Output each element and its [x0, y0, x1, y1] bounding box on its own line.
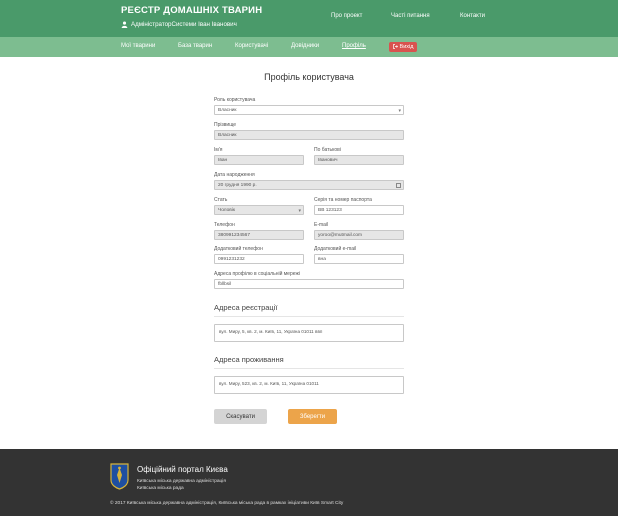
phone2-field[interactable]: 0991231232 — [214, 254, 304, 264]
save-button[interactable]: Зберегти — [288, 409, 337, 424]
sex-value: Чоловік — [218, 208, 235, 213]
footer-line-2: Київська міська рада — [137, 486, 184, 491]
phone2-label: Додатковий телефон — [214, 246, 263, 252]
role-select[interactable]: Власник ▾ — [214, 105, 404, 115]
main-nav: Мої тварини База тварин Користувачі Дові… — [0, 37, 618, 57]
nav-animals-db[interactable]: База тварин — [178, 43, 212, 49]
patronymic-label: По батькові — [314, 147, 341, 153]
phone-label: Телефон — [214, 222, 235, 228]
footer-portal-title[interactable]: Офіційний портал Києва — [137, 465, 228, 474]
name-label: Ім'я — [214, 147, 223, 153]
footer-line-1: Київська міська державна адміністрація — [137, 479, 226, 484]
cancel-button[interactable]: Скасувати — [214, 409, 267, 424]
residence-title: Адреса проживання — [214, 355, 284, 364]
chevron-down-icon: ▾ — [398, 108, 401, 114]
email2-label: Додатковий e-mail — [314, 246, 357, 252]
top-link-contacts[interactable]: Контакти — [460, 13, 485, 19]
passport-label: Серія та номер паспорта — [314, 197, 372, 203]
sex-select[interactable]: Чоловік ▾ — [214, 205, 304, 215]
nav-my-animals[interactable]: Мої тварини — [121, 43, 155, 49]
residence-address-field[interactable]: вул. Миру, 523, кв. 2, м. Київ, 11, Укра… — [214, 376, 404, 394]
nav-directories[interactable]: Довідники — [291, 43, 319, 49]
patronymic-field[interactable]: Іванович — [314, 155, 404, 165]
logout-icon — [392, 43, 398, 51]
divider — [214, 368, 404, 369]
nav-profile[interactable]: Профіль — [342, 43, 366, 49]
page-title: Профіль користувача — [264, 72, 354, 82]
name-field[interactable]: Іван — [214, 155, 304, 165]
calendar-icon[interactable] — [396, 183, 401, 188]
birthdate-label: Дата народження — [214, 172, 255, 178]
phone-field[interactable]: 380991234567 — [214, 230, 304, 240]
social-label: Адреса профілю в соціальній мережі — [214, 271, 300, 277]
birthdate-value: 20 грудня 1990 р. — [218, 183, 257, 188]
email-field[interactable]: yoroo@mutmail.com — [314, 230, 404, 240]
nav-users[interactable]: Користувачі — [235, 43, 268, 49]
social-field[interactable]: fbllbsil — [214, 279, 404, 289]
top-link-about[interactable]: Про проект — [331, 13, 362, 19]
role-value: Власник — [218, 108, 237, 113]
email2-field[interactable]: вна — [314, 254, 404, 264]
role-label: Роль користувача — [214, 97, 256, 103]
footer-copyright: © 2017 Київська міська державна адмініст… — [110, 501, 344, 506]
birthdate-field[interactable]: 20 грудня 1990 р. — [214, 180, 404, 190]
top-link-faq[interactable]: Часті питання — [391, 13, 430, 19]
registration-title: Адреса реєстрації — [214, 303, 278, 312]
exit-button[interactable]: Вихід — [389, 42, 417, 52]
kyiv-crest-icon — [110, 463, 129, 490]
exit-label: Вихід — [399, 44, 414, 50]
passport-field[interactable]: ВВ 123123 — [314, 205, 404, 215]
surname-label: Прізвище — [214, 122, 237, 128]
chevron-down-icon: ▾ — [298, 208, 301, 214]
email-label: E-mail — [314, 222, 329, 228]
sex-label: Стать — [214, 197, 228, 203]
surname-field[interactable]: Власник — [214, 130, 404, 140]
divider — [214, 316, 404, 317]
registration-address-field[interactable]: вул. Миру, 5, кв. 2, м. Київ, 11, Україн… — [214, 324, 404, 342]
